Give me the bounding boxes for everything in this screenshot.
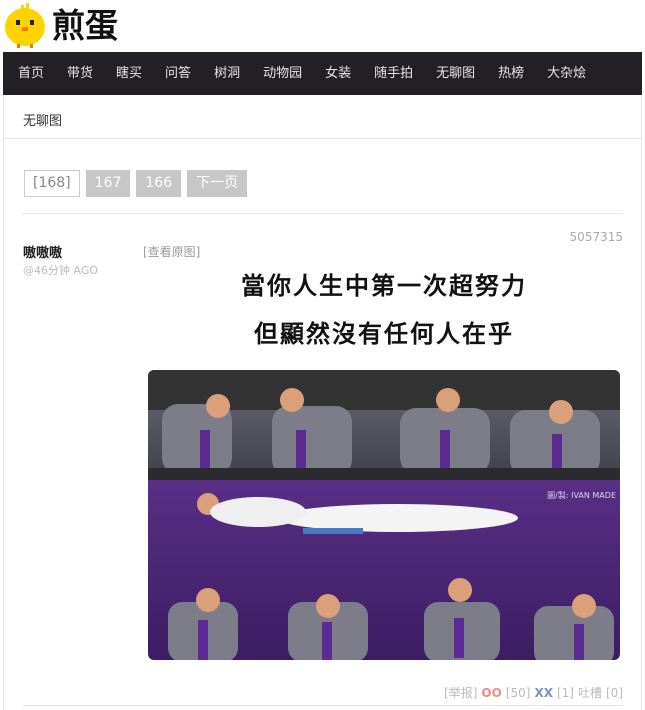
nav-item-wenda[interactable]: 问答 — [151, 52, 200, 95]
post-actions: [举报] OO [50] XX [1] 吐槽 [0] — [444, 684, 623, 701]
site-header: 煎蛋 — [0, 0, 645, 52]
post-author[interactable]: 嗷嗷嗷 — [23, 242, 62, 261]
pagination: [168] 167 166 下一页 — [24, 170, 248, 197]
page-link[interactable]: 167 — [85, 170, 131, 197]
nav-item-xiamai[interactable]: 瞎买 — [102, 52, 151, 95]
report-link[interactable]: [举报] — [444, 684, 477, 701]
page-link[interactable]: 166 — [136, 170, 182, 197]
post-id[interactable]: 5057315 — [570, 230, 623, 244]
nav-item-zoo[interactable]: 动物园 — [249, 52, 311, 95]
image-watermark: 圖/製: IVAN MADE — [547, 490, 616, 500]
comment-count: [0] — [606, 685, 623, 700]
post-image[interactable]: 圖/製: IVAN MADE — [148, 370, 620, 660]
xx-vote-button[interactable]: XX — [534, 686, 553, 700]
nav-item-shudong[interactable]: 树洞 — [200, 52, 249, 95]
chick-logo-icon[interactable] — [3, 2, 47, 48]
image-caption-line1: 當你人生中第一次超努力 — [241, 272, 527, 300]
breadcrumb: 无聊图 — [3, 95, 642, 139]
oo-vote-button[interactable]: OO — [481, 686, 501, 700]
next-page-button[interactable]: 下一页 — [187, 170, 248, 197]
main-nav: 首页 带货 瞎买 问答 树洞 动物园 女装 随手拍 无聊图 热榜 大杂烩 — [3, 52, 642, 95]
nav-item-home[interactable]: 首页 — [3, 52, 53, 95]
xx-count: [1] — [556, 685, 574, 700]
breadcrumb-label: 无聊图 — [23, 114, 63, 129]
oo-count: [50] — [505, 685, 531, 700]
nav-item-nvzhuang[interactable]: 女装 — [311, 52, 360, 95]
site-logo-text[interactable]: 煎蛋 — [52, 8, 118, 44]
post-time: @46分钟 AGO — [23, 264, 99, 277]
nav-item-daihuo[interactable]: 带货 — [53, 52, 102, 95]
comment-button[interactable]: 吐槽 — [578, 684, 602, 701]
image-caption-line2: 但顯然沒有任何人在乎 — [254, 320, 514, 348]
nav-item-wuliaotu[interactable]: 无聊图 — [422, 52, 484, 95]
nav-item-rebang[interactable]: 热榜 — [484, 52, 533, 95]
page-current: [168] — [24, 170, 80, 197]
nav-item-suishoupai[interactable]: 随手拍 — [360, 52, 422, 95]
view-original-link[interactable]: [查看原图] — [143, 243, 200, 260]
divider — [22, 705, 623, 706]
nav-item-dazahui[interactable]: 大杂烩 — [533, 52, 595, 95]
divider — [22, 213, 623, 214]
